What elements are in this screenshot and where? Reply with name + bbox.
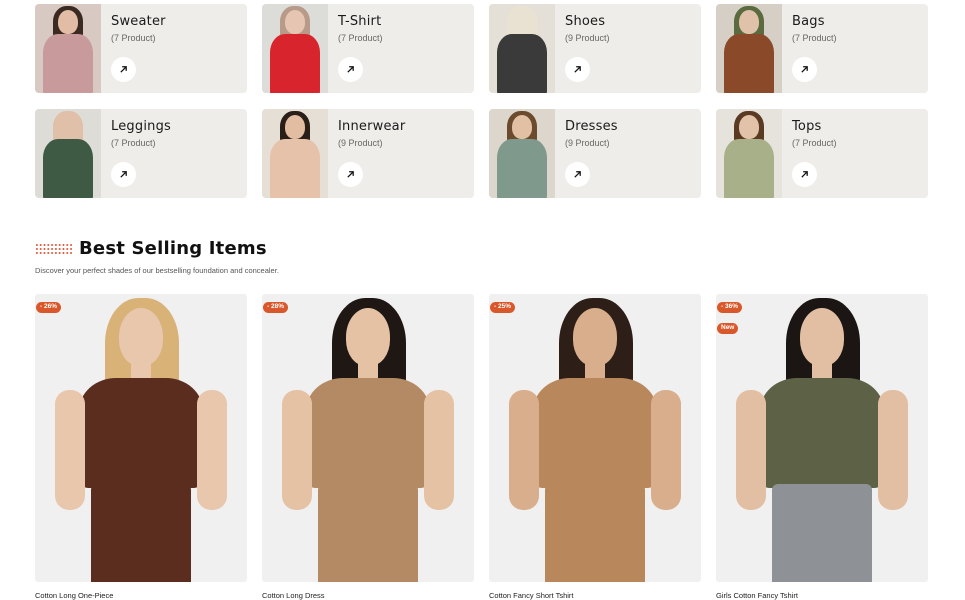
category-image: [489, 109, 555, 198]
category-grid: Sweater (7 Product) T-Shirt (7 Product) …: [35, 4, 930, 198]
category-name: Dresses: [565, 119, 618, 134]
product-image[interactable]: - 25%: [489, 294, 701, 582]
category-card-sweater[interactable]: Sweater (7 Product): [35, 4, 247, 93]
product-card[interactable]: - 25% Cotton Fancy Short Tshirt: [489, 294, 701, 600]
product-card[interactable]: - 36% New Girls Cotton Fancy Tshirt: [716, 294, 928, 600]
badge-stack: - 25%: [490, 295, 515, 313]
badge-stack: - 28%: [263, 295, 288, 313]
model-figure: [716, 294, 928, 582]
category-image: [716, 4, 782, 93]
model-figure: [489, 294, 701, 582]
category-card-t-shirt[interactable]: T-Shirt (7 Product): [262, 4, 474, 93]
category-card-dresses[interactable]: Dresses (9 Product): [489, 109, 701, 198]
category-count: (7 Product): [792, 138, 837, 148]
arrow-up-right-icon[interactable]: [792, 57, 817, 82]
arrow-up-right-icon[interactable]: [792, 162, 817, 187]
category-name: Innerwear: [338, 119, 406, 134]
product-name[interactable]: Girls Cotton Fancy Tshirt: [716, 591, 928, 600]
arrow-up-right-icon[interactable]: [338, 162, 363, 187]
category-count: (9 Product): [338, 138, 383, 148]
category-count: (7 Product): [338, 33, 383, 43]
badge-stack: - 26%: [36, 295, 61, 313]
category-image: [262, 4, 328, 93]
badge-stack: - 36% New: [717, 295, 742, 334]
category-card-tops[interactable]: Tops (7 Product): [716, 109, 928, 198]
arrow-up-right-icon[interactable]: [565, 57, 590, 82]
category-image: [35, 109, 101, 198]
arrow-up-right-icon[interactable]: [111, 57, 136, 82]
discount-badge: - 26%: [36, 302, 61, 313]
arrow-up-right-icon[interactable]: [338, 57, 363, 82]
category-count: (9 Product): [565, 138, 610, 148]
category-card-bags[interactable]: Bags (7 Product): [716, 4, 928, 93]
category-count: (7 Product): [111, 33, 156, 43]
category-name: Shoes: [565, 14, 606, 29]
discount-badge: - 36%: [717, 302, 742, 313]
product-name[interactable]: Cotton Fancy Short Tshirt: [489, 591, 701, 600]
category-image: [35, 4, 101, 93]
category-card-leggings[interactable]: Leggings (7 Product): [35, 109, 247, 198]
category-image: [716, 109, 782, 198]
category-name: Leggings: [111, 119, 171, 134]
product-name[interactable]: Cotton Long One-Piece: [35, 591, 247, 600]
category-name: Tops: [792, 119, 822, 134]
category-image: [489, 4, 555, 93]
product-image[interactable]: - 26%: [35, 294, 247, 582]
product-card[interactable]: - 28% Cotton Long Dress: [262, 294, 474, 600]
section-title: Best Selling Items: [79, 238, 267, 259]
discount-badge: - 28%: [263, 302, 288, 313]
category-name: Sweater: [111, 14, 166, 29]
new-badge: New: [717, 323, 739, 334]
category-count: (7 Product): [111, 138, 156, 148]
model-figure: [262, 294, 474, 582]
category-card-shoes[interactable]: Shoes (9 Product): [489, 4, 701, 93]
best-selling-heading: Best Selling Items: [35, 238, 267, 259]
category-image: [262, 109, 328, 198]
product-card[interactable]: - 26% Cotton Long One-Piece: [35, 294, 247, 600]
arrow-up-right-icon[interactable]: [565, 162, 590, 187]
category-count: (7 Product): [792, 33, 837, 43]
dot-pattern-icon: [35, 242, 73, 255]
category-count: (9 Product): [565, 33, 610, 43]
category-name: T-Shirt: [338, 14, 382, 29]
product-image[interactable]: - 28%: [262, 294, 474, 582]
discount-badge: - 25%: [490, 302, 515, 313]
product-grid: - 26% Cotton Long One-Piece - 28% Cotton…: [35, 294, 930, 600]
category-name: Bags: [792, 14, 825, 29]
arrow-up-right-icon[interactable]: [111, 162, 136, 187]
product-name[interactable]: Cotton Long Dress: [262, 591, 474, 600]
section-subtitle: Discover your perfect shades of our best…: [35, 266, 279, 275]
model-figure: [35, 294, 247, 582]
category-card-innerwear[interactable]: Innerwear (9 Product): [262, 109, 474, 198]
product-image[interactable]: - 36% New: [716, 294, 928, 582]
